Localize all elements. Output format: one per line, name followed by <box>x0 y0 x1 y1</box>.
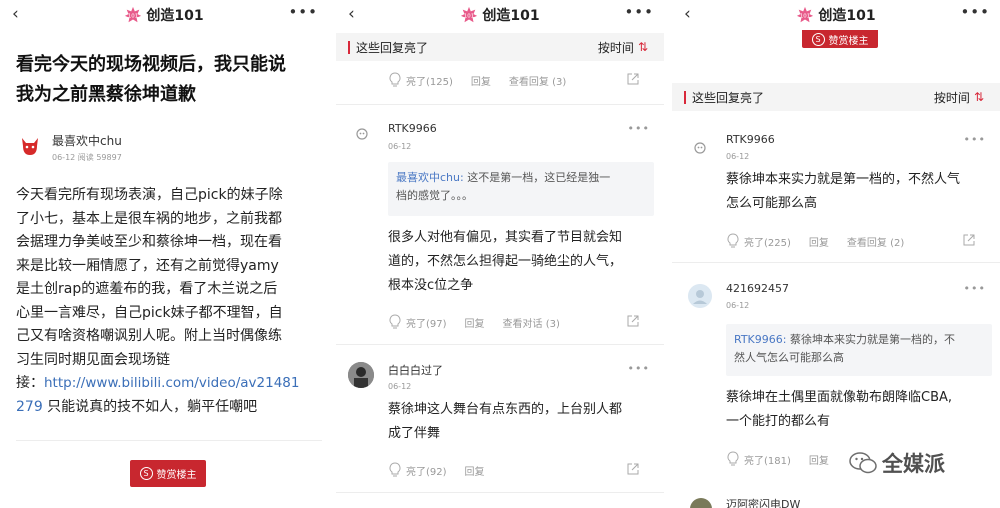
reply-link[interactable]: 回复 <box>465 463 485 478</box>
comments-panel: ‹ 101 创造101 ••• 这些回复亮了 按时间 ⇅ 亮了(125) 回复 查… <box>336 0 664 508</box>
comment-actions: 亮了(97) 回复 查看对话 (3) <box>388 312 652 332</box>
section-title: 这些回复亮了 <box>356 40 429 55</box>
sort-icon: ⇅ <box>637 40 648 54</box>
logo-badge-icon: 101 <box>461 6 478 23</box>
nav-bar: ‹ 101 创造101 ••• <box>336 0 664 30</box>
gutter <box>328 0 336 508</box>
comment-date: 06-12 <box>388 142 412 151</box>
bulb-icon[interactable] <box>388 314 402 330</box>
gutter <box>664 0 672 508</box>
currency-icon: S <box>139 467 153 480</box>
app-title: 创造101 <box>482 8 540 24</box>
logo-badge-icon: 101 <box>797 6 814 23</box>
section-title: 这些回复亮了 <box>692 90 765 105</box>
reply-link[interactable]: 回复 <box>465 315 485 330</box>
share-icon[interactable] <box>626 72 640 86</box>
reward-author-button[interactable]: S 赞赏楼主 <box>130 460 206 487</box>
app-title: 创造101 <box>146 8 204 24</box>
svg-text:101: 101 <box>800 14 810 20</box>
hot-replies-header: 这些回复亮了 按时间 ⇅ <box>672 83 1000 111</box>
author-avatar[interactable] <box>18 134 42 158</box>
comment-text: 很多人对他有偏见，其实看了节目就会知 道的，不然怎么担得起一骑绝尘的人气， 根本… <box>388 230 623 293</box>
post-meta: 06-12 阅读 59897 <box>52 153 122 162</box>
watermark: 全媒派 <box>848 448 945 478</box>
video-link-end[interactable]: 279 <box>16 399 43 415</box>
comments-panel-2: ‹ 101 创造101 ••• S 赞赏楼主 这些回复亮了 按时间 ⇅ RTK99… <box>672 0 1000 508</box>
comment-text: 蔡徐坤在土偶里面就像勒布朗降临CBA, 一个能打的都么有 <box>726 390 953 429</box>
more-menu-icon[interactable]: ••• <box>288 3 318 21</box>
like-count[interactable]: 亮了(97) <box>406 315 447 330</box>
post-panel: ‹ 101 创造101 ••• 看完今天的现场视频后，我只能说 我为之前黑蔡徐坤… <box>0 0 328 508</box>
reward-author-button[interactable]: S 赞赏楼主 <box>802 30 878 48</box>
comment-actions: 亮了(125) 回复 查看回复 (3) <box>388 70 652 90</box>
share-icon[interactable] <box>626 314 640 328</box>
logo-badge-icon: 101 <box>125 6 142 23</box>
back-icon[interactable]: ‹ <box>684 4 691 24</box>
hot-replies-header: 这些回复亮了 按时间 ⇅ <box>336 33 664 61</box>
comment-actions: 亮了(92) 回复 <box>388 460 652 480</box>
bulb-icon[interactable] <box>726 233 740 249</box>
video-link[interactable]: http://www.bilibili.com/video/av21481 <box>44 375 299 391</box>
more-menu-icon[interactable]: ••• <box>960 3 990 21</box>
more-menu-icon[interactable]: ••• <box>624 3 654 21</box>
comment-username[interactable]: 迈阿密闪电DW <box>726 496 800 508</box>
sort-toggle[interactable]: 按时间 ⇅ <box>934 89 984 106</box>
comment-username[interactable]: RTK9966 <box>726 133 775 146</box>
back-icon[interactable]: ‹ <box>348 4 355 24</box>
like-count[interactable]: 亮了(92) <box>406 463 447 478</box>
nav-bar: ‹ 101 创造101 ••• <box>672 0 1000 30</box>
svg-text:101: 101 <box>464 14 474 20</box>
view-replies-link[interactable]: 查看回复 (3) <box>509 73 566 88</box>
user-avatar[interactable] <box>690 498 712 508</box>
like-count[interactable]: 亮了(125) <box>406 73 453 88</box>
back-icon[interactable]: ‹ <box>12 4 19 24</box>
comment-more-icon[interactable]: ••• <box>964 133 986 146</box>
user-avatar[interactable] <box>688 284 712 308</box>
comment-more-icon[interactable]: ••• <box>628 122 650 135</box>
like-count[interactable]: 亮了(225) <box>744 234 791 249</box>
author-name[interactable]: 最喜欢中chu <box>52 132 122 149</box>
bulb-icon[interactable] <box>726 451 740 467</box>
user-avatar[interactable] <box>692 140 708 156</box>
quoted-reply: RTK9966: 蔡徐坤本来实力就是第一档的，不 然人气怎么可能那么高 <box>726 324 992 376</box>
currency-icon: S <box>811 32 825 46</box>
comment-actions: 亮了(225) 回复 查看回复 (2) <box>726 231 988 251</box>
app-logo: 101 创造101 <box>796 5 876 25</box>
user-avatar[interactable] <box>348 362 374 388</box>
sort-toggle[interactable]: 按时间 ⇅ <box>598 39 648 56</box>
comment-username[interactable]: RTK9966 <box>388 122 437 135</box>
comment-username[interactable]: 421692457 <box>726 282 789 295</box>
post-body: 今天看完所有现场表演，自己pick的妹子除 了小七，基本上是很车祸的地步，之前我… <box>16 187 300 415</box>
comment-date: 06-12 <box>726 301 750 310</box>
like-count[interactable]: 亮了(181) <box>744 452 791 467</box>
comment-more-icon[interactable]: ••• <box>628 362 650 375</box>
svg-text:101: 101 <box>128 14 138 20</box>
view-dialog-link[interactable]: 查看对话 (3) <box>503 315 560 330</box>
reply-link[interactable]: 回复 <box>809 452 829 467</box>
bulb-icon[interactable] <box>388 462 402 478</box>
nav-bar: ‹ 101 创造101 ••• <box>0 0 328 30</box>
wechat-icon <box>849 452 877 474</box>
comment-text: 蔡徐坤本来实力就是第一档的，不然人气 怎么可能那么高 <box>726 172 961 211</box>
comment-date: 06-12 <box>388 382 412 391</box>
comment-text: 蔡徐坤这人舞台有点东西的，上台别人都 成了伴舞 <box>388 402 623 441</box>
app-logo: 101 创造101 <box>460 5 540 25</box>
view-replies-link[interactable]: 查看回复 (2) <box>847 234 904 249</box>
comment-more-icon[interactable]: ••• <box>964 282 986 295</box>
post-headline: 看完今天的现场视频后，我只能说 我为之前黑蔡徐坤道歉 <box>16 54 286 105</box>
share-icon[interactable] <box>626 462 640 476</box>
app-logo: 101 创造101 <box>124 5 204 25</box>
share-icon[interactable] <box>962 233 976 247</box>
watermark-text: 全媒派 <box>882 452 945 476</box>
quoted-reply: 最喜欢中chu: 这不是第一档，这已经是独一 档的感觉了。。。 <box>388 162 654 216</box>
comment-date: 06-12 <box>726 152 750 161</box>
reply-link[interactable]: 回复 <box>809 234 829 249</box>
post-divider <box>16 440 322 441</box>
reply-link[interactable]: 回复 <box>471 73 491 88</box>
user-avatar[interactable] <box>354 126 370 142</box>
app-title: 创造101 <box>818 8 876 24</box>
sort-icon: ⇅ <box>973 90 984 104</box>
comment-username[interactable]: 白白白过了 <box>388 362 443 378</box>
bulb-icon[interactable] <box>388 72 402 88</box>
